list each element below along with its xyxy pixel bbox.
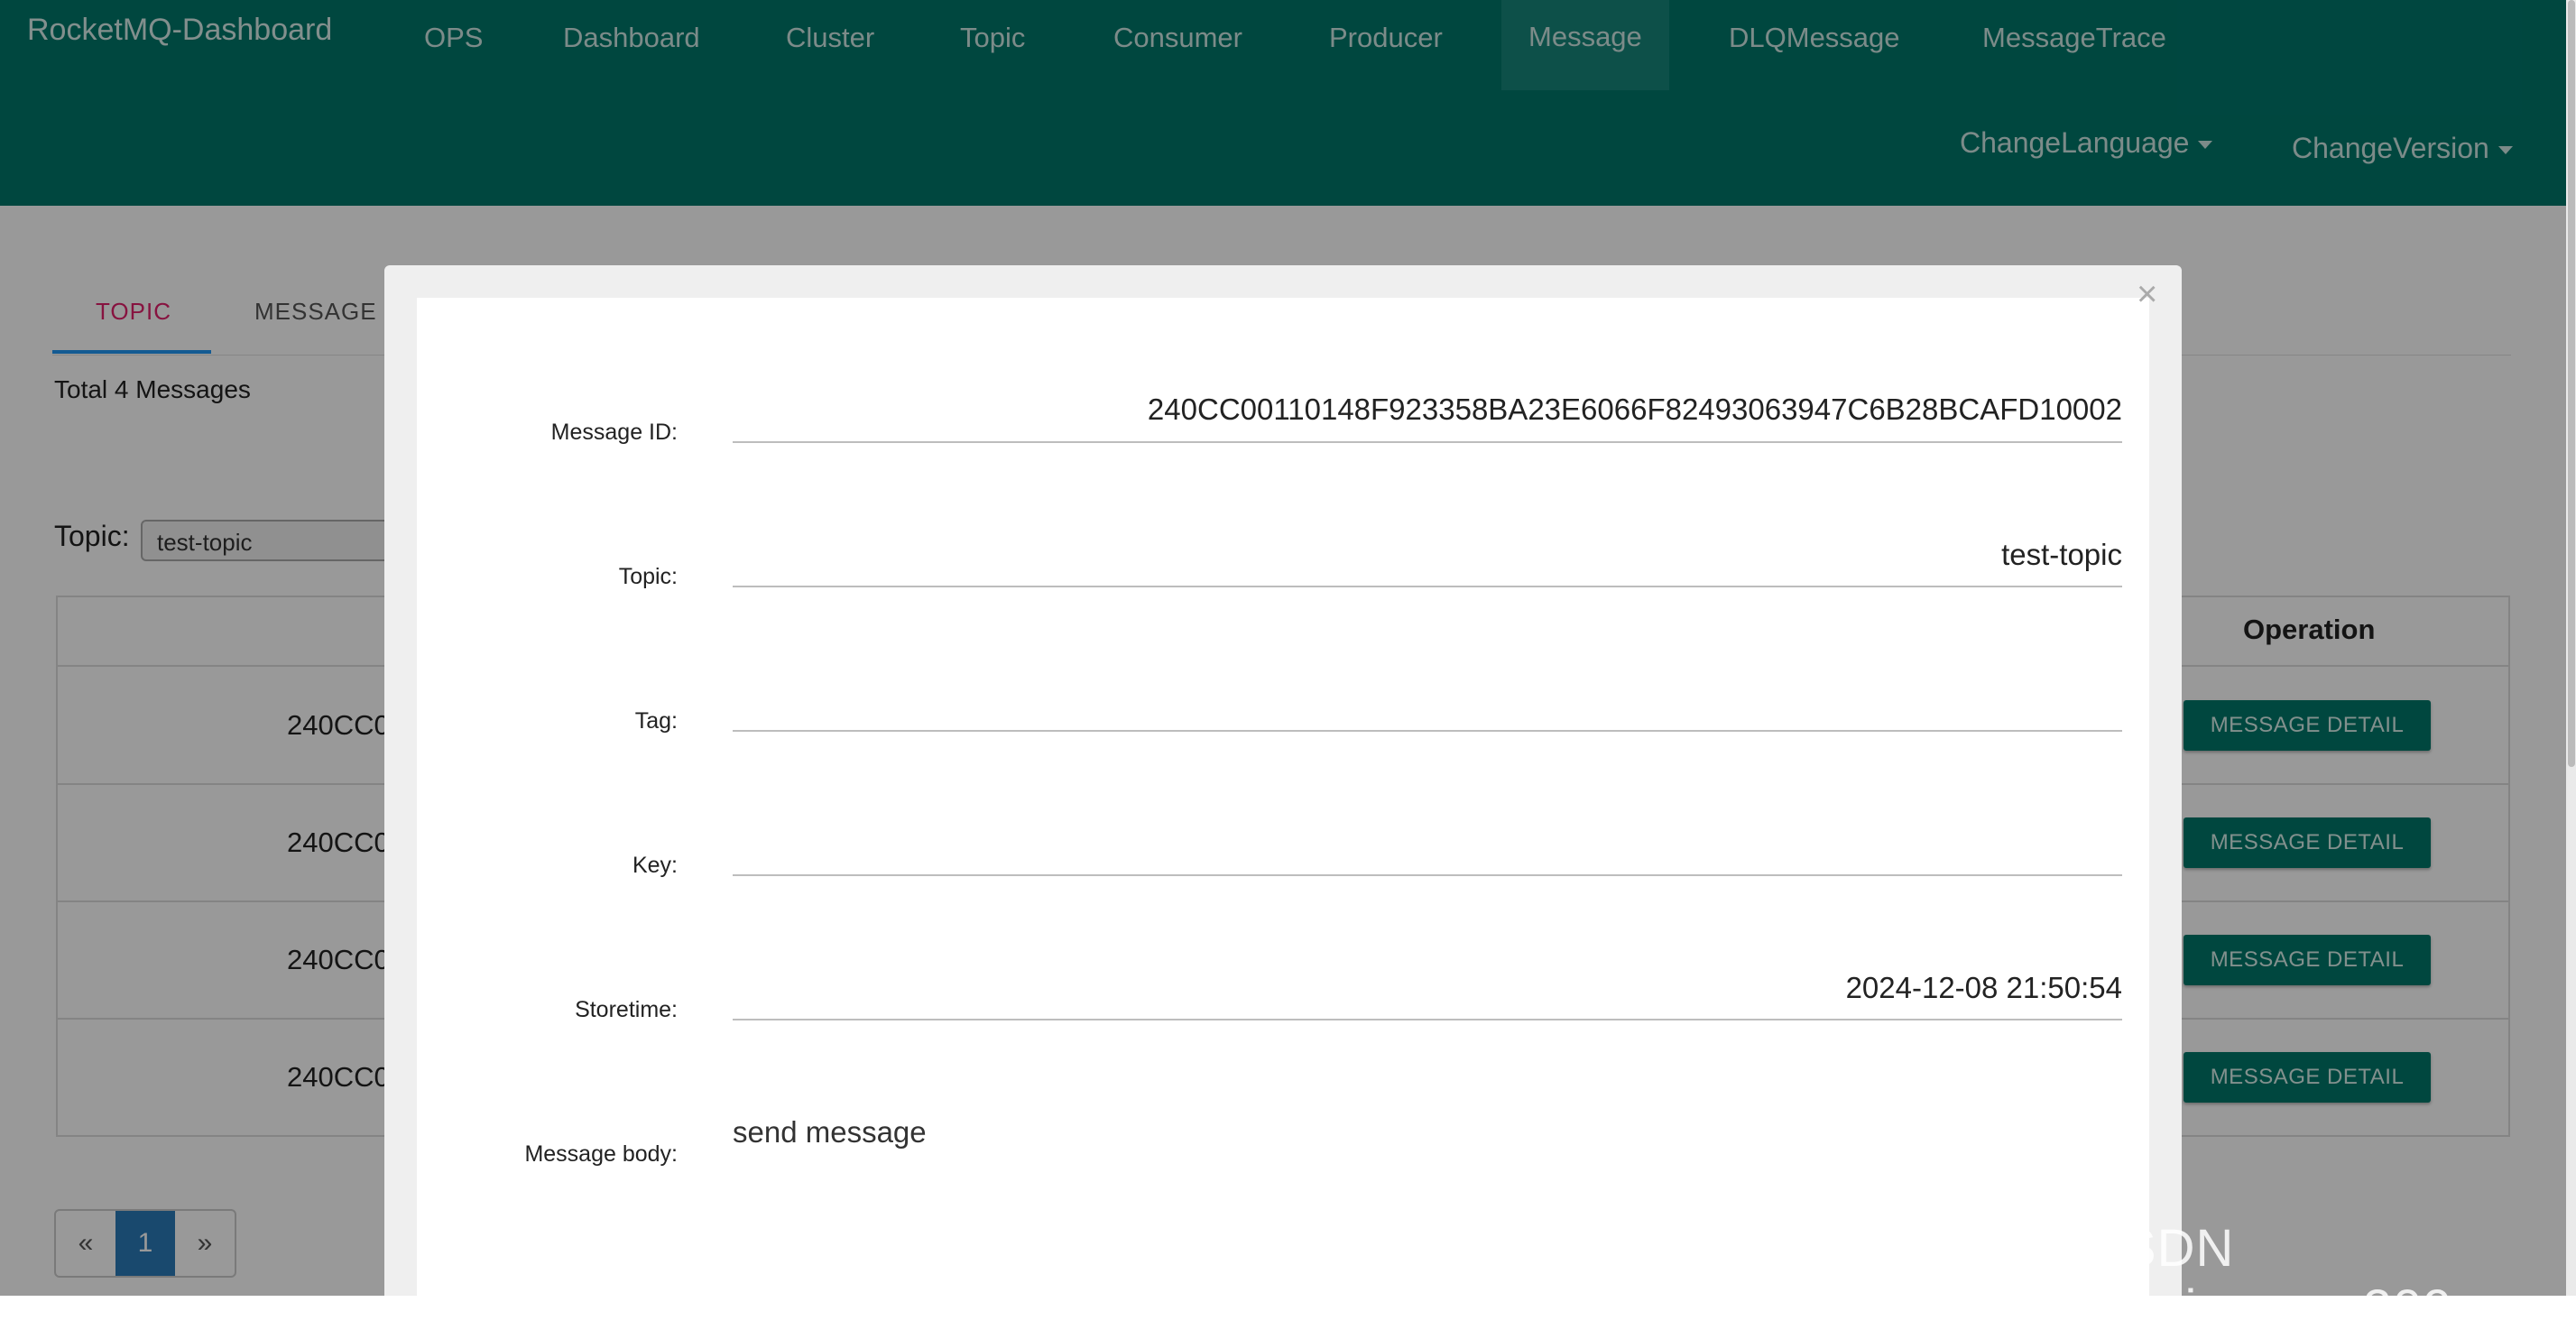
message-id-value: 240CC00110148F923358BA23E6066F8249306394… (1147, 392, 2122, 426)
watermark: CSDN @prisoner_209 (2082, 1219, 2453, 1338)
tag-label: Tag: (634, 708, 678, 734)
field-underline (733, 874, 2122, 876)
message-body-value: send message (733, 1115, 927, 1149)
message-body-label: Message body: (524, 1141, 678, 1167)
page-scrollbar-thumb[interactable] (2568, 0, 2575, 767)
field-underline (733, 1019, 2122, 1020)
key-label: Key: (632, 853, 678, 878)
close-icon[interactable]: × (2137, 272, 2157, 316)
storetime-value: 2024-12-08 21:50:54 (1845, 971, 2122, 1004)
message-id-label: Message ID: (550, 420, 678, 445)
topic-label: Topic: (618, 564, 678, 589)
topic-value: test-topic (2001, 538, 2122, 571)
storetime-label: Storetime: (575, 997, 678, 1022)
field-underline (733, 730, 2122, 732)
field-underline (733, 441, 2122, 443)
field-underline (733, 586, 2122, 587)
